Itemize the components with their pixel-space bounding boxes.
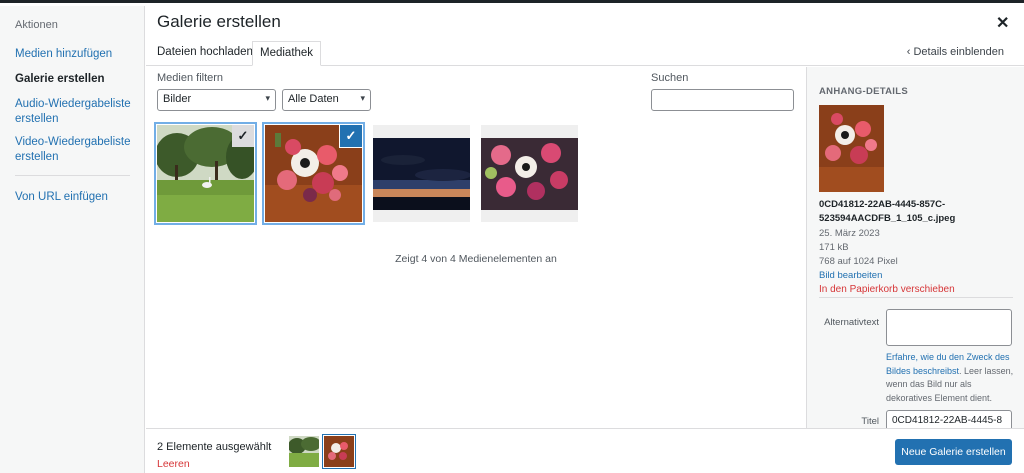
details-date: 25. März 2023 bbox=[819, 228, 880, 239]
chevron-left-icon: ‹ bbox=[906, 46, 911, 58]
date-value: Alle Daten bbox=[288, 93, 339, 105]
details-size: 171 kB bbox=[819, 242, 849, 253]
alt-text-help: Erfahre, wie du den Zweck des Bildes bes… bbox=[886, 351, 1016, 405]
title-label: Titel bbox=[861, 416, 879, 427]
chevron-down-icon: ▾ bbox=[265, 93, 270, 103]
checkmark-icon[interactable]: ✓ bbox=[340, 125, 362, 147]
media-item-bouquet-2[interactable] bbox=[481, 125, 578, 222]
menu-item-video-playlist[interactable]: Video-Wiedergabeliste erstellen bbox=[15, 135, 140, 165]
date-select[interactable]: Alle Daten ▾ bbox=[282, 89, 371, 111]
details-heading: ANHANG-DETAILS bbox=[819, 86, 908, 97]
router-tabs: Dateien hochladen Mediathek ‹ Details ei… bbox=[146, 41, 1024, 66]
chevron-down-icon: ▾ bbox=[360, 93, 365, 103]
edit-image-link[interactable]: Bild bearbeiten bbox=[819, 270, 882, 281]
park-mini-image bbox=[289, 436, 319, 467]
media-menu: Aktionen Medien hinzufügen Galerie erste… bbox=[0, 6, 145, 473]
checkmark-icon[interactable]: ✓ bbox=[232, 125, 254, 147]
alt-text-field[interactable] bbox=[886, 309, 1012, 346]
media-item-sunset[interactable] bbox=[373, 125, 470, 222]
menu-item-create-gallery[interactable]: Galerie erstellen bbox=[15, 72, 140, 87]
selection-count: 2 Elemente ausgewählt bbox=[157, 441, 272, 453]
menu-item-audio-playlist[interactable]: Audio-Wiedergabeliste erstellen bbox=[15, 97, 140, 127]
bouquet-mini-image bbox=[324, 436, 354, 467]
details-filename: 0CD41812-22AB-4445-857C-523594AACDFB_1_1… bbox=[819, 199, 956, 224]
tab-upload-files[interactable]: Dateien hochladen bbox=[150, 41, 260, 66]
media-type-select[interactable]: Bilder ▾ bbox=[157, 89, 276, 111]
selected-thumb-bouquet[interactable] bbox=[324, 436, 354, 467]
media-item-bouquet[interactable]: ✓ bbox=[265, 125, 362, 222]
sunset-image bbox=[373, 125, 470, 222]
details-thumbnail bbox=[819, 105, 884, 192]
media-item-park[interactable]: ✓ bbox=[157, 125, 254, 222]
media-modal: Aktionen Medien hinzufügen Galerie erste… bbox=[0, 0, 1024, 473]
menu-item-insert-from-url[interactable]: Von URL einfügen bbox=[15, 190, 140, 205]
close-icon[interactable]: ✕ bbox=[996, 13, 1009, 33]
media-type-value: Bilder bbox=[163, 93, 192, 105]
media-count-info: Zeigt 4 von 4 Medienelementen an bbox=[395, 253, 557, 265]
alt-text-label: Alternativtext bbox=[824, 317, 879, 328]
menu-heading: Aktionen bbox=[15, 19, 58, 31]
modal-title: Galerie erstellen bbox=[157, 12, 281, 31]
selected-thumb-park[interactable] bbox=[289, 436, 319, 467]
details-separator bbox=[819, 297, 1013, 298]
bouquet-2-image bbox=[481, 125, 578, 222]
tab-media-library[interactable]: Mediathek bbox=[252, 41, 322, 66]
move-to-trash-link[interactable]: In den Papierkorb verschieben bbox=[819, 284, 955, 295]
search-label: Suchen bbox=[651, 72, 689, 84]
selection-toolbar: 2 Elemente ausgewählt Leeren Neue Galeri… bbox=[146, 428, 1024, 473]
menu-item-add-media[interactable]: Medien hinzufügen bbox=[15, 47, 140, 62]
create-gallery-button[interactable]: Neue Galerie erstellen bbox=[895, 439, 1012, 465]
title-field[interactable]: 0CD41812-22AB-4445-8 bbox=[886, 410, 1012, 428]
show-details-label: Details einblenden bbox=[913, 46, 1004, 58]
details-dimensions: 768 auf 1024 Pixel bbox=[819, 256, 898, 267]
clear-selection-link[interactable]: Leeren bbox=[157, 458, 190, 470]
attachment-details-panel: ANHANG-DETAILS 0CD41812-22AB-4445-857C-5… bbox=[806, 67, 1024, 428]
menu-separator bbox=[15, 175, 130, 176]
search-input[interactable] bbox=[651, 89, 794, 111]
bouquet-preview-image bbox=[819, 105, 884, 192]
show-details-toggle[interactable]: ‹ Details einblenden bbox=[907, 46, 1004, 58]
filter-label: Medien filtern bbox=[157, 72, 224, 84]
